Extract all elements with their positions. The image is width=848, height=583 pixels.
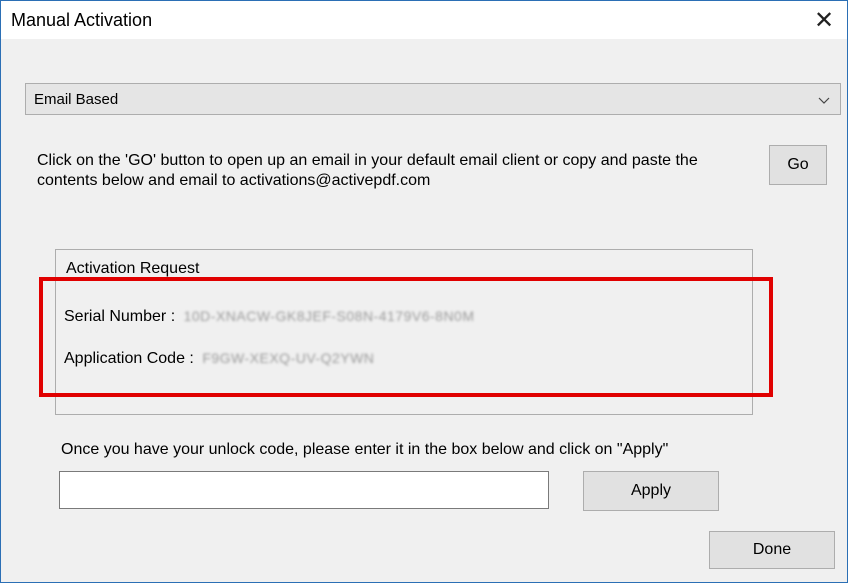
application-code-value: F9GW-XEXQ-UV-Q2YWN	[202, 350, 375, 366]
activation-method-dropdown[interactable]: Email Based	[25, 83, 841, 115]
serial-number-row: Serial Number : 10D-XNACW-GK8JEF-S08N-41…	[64, 308, 475, 326]
application-code-label: Application Code :	[64, 350, 194, 367]
activation-method-value: Email Based	[34, 91, 119, 108]
manual-activation-dialog: Manual Activation ✕ Email Based Click on…	[0, 0, 848, 583]
activation-request-title: Activation Request	[66, 260, 200, 277]
activation-request-group: Activation Request Serial Number : 10D-X…	[55, 249, 753, 415]
go-button[interactable]: Go	[769, 145, 827, 185]
unlock-code-input[interactable]	[59, 471, 549, 509]
apply-button[interactable]: Apply	[583, 471, 719, 511]
instructions-text: Click on the 'GO' button to open up an e…	[37, 152, 698, 189]
close-icon: ✕	[813, 6, 835, 34]
application-code-row: Application Code : F9GW-XEXQ-UV-Q2YWN	[64, 350, 374, 368]
done-button[interactable]: Done	[709, 531, 835, 569]
serial-number-value: 10D-XNACW-GK8JEF-S08N-4179V6-8N0M	[183, 308, 475, 324]
serial-number-label: Serial Number :	[64, 308, 176, 325]
close-button[interactable]: ✕	[801, 1, 847, 39]
chevron-down-icon	[818, 97, 830, 104]
unlock-instructions: Once you have your unlock code, please e…	[61, 441, 669, 458]
window-title: Manual Activation	[11, 10, 153, 30]
title-bar: Manual Activation ✕	[1, 1, 847, 39]
